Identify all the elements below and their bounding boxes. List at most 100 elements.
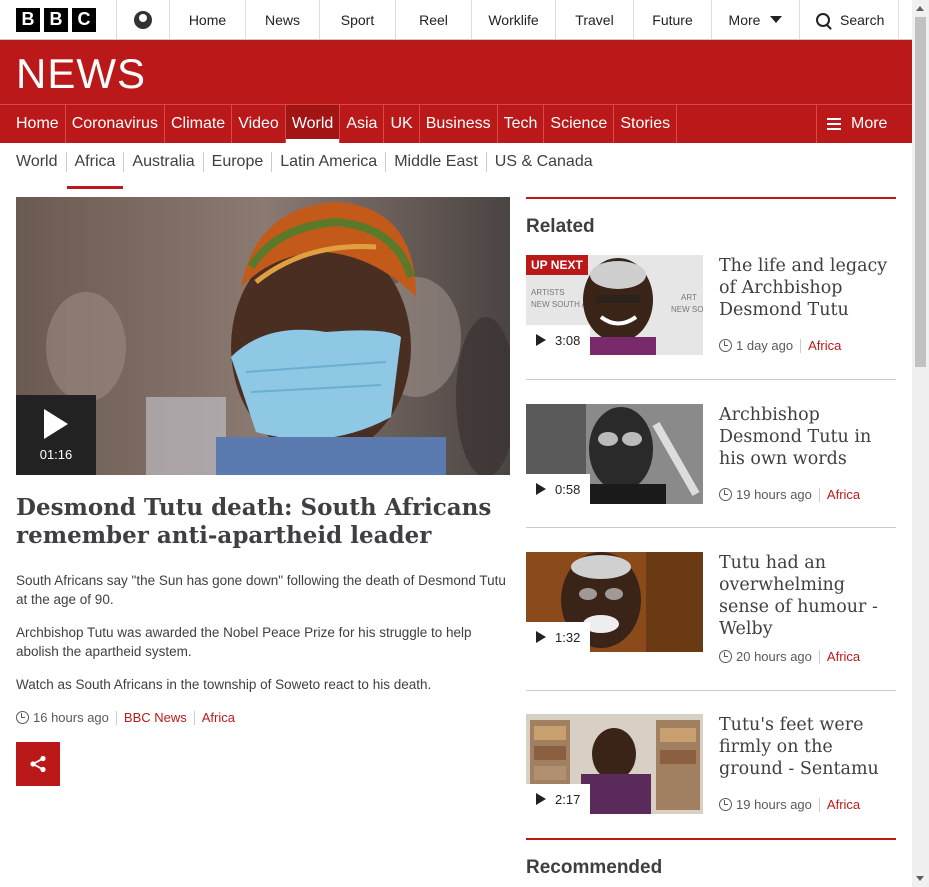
play-icon (536, 334, 546, 346)
scrollbar-thumb[interactable] (915, 17, 926, 367)
clock-icon (719, 798, 732, 811)
play-icon (536, 793, 546, 805)
search-label: Search (840, 11, 885, 28)
menu-icon (827, 118, 841, 130)
page-scrollbar[interactable] (912, 0, 929, 887)
related-duration: 0:58 (526, 474, 590, 504)
up-next-badge: UP NEXT (526, 255, 588, 275)
account-icon (134, 10, 152, 29)
subnav-world[interactable]: World (16, 152, 67, 172)
related-title[interactable]: Archbishop Desmond Tutu in his own words (719, 404, 896, 470)
top-nav-future[interactable]: Future (634, 0, 712, 39)
top-nav-news[interactable]: News (246, 0, 320, 39)
share-button[interactable] (16, 742, 60, 786)
news-header: NEWS (0, 40, 912, 104)
sub-nav: World Africa Australia Europe Latin Amer… (16, 143, 601, 189)
related-title[interactable]: The life and legacy of Archbishop Desmon… (719, 255, 896, 321)
subnav-australia[interactable]: Australia (124, 152, 204, 172)
nav-home[interactable]: Home (0, 105, 66, 143)
related-time: 19 hours ago (736, 797, 812, 812)
related-section-link[interactable]: Africa (827, 797, 860, 812)
related-meta: 19 hours ago Africa (719, 487, 860, 502)
svg-text:NEW SOUTH A: NEW SOUTH A (531, 300, 588, 309)
recommended-heading: Recommended (526, 857, 663, 878)
play-icon (44, 408, 68, 439)
account-button[interactable] (117, 0, 170, 39)
related-time: 1 day ago (736, 338, 794, 353)
top-nav-worklife[interactable]: Worklife (472, 0, 556, 39)
top-nav-reel[interactable]: Reel (396, 0, 472, 39)
bbc-logo[interactable]: B B C (0, 0, 117, 39)
nav-more-button[interactable]: More (816, 105, 912, 143)
related-meta: 1 day ago Africa (719, 338, 841, 353)
clock-icon (719, 488, 732, 501)
story-headline: Desmond Tutu death: South Africans remem… (16, 494, 492, 549)
related-heading: Related (526, 216, 595, 237)
nav-asia[interactable]: Asia (340, 105, 385, 143)
nav-more-label: More (851, 115, 888, 132)
related-meta: 19 hours ago Africa (719, 797, 860, 812)
svg-text:ART: ART (681, 293, 697, 302)
related-thumbnail: 1:32 (526, 552, 703, 652)
recommended-top-rule (526, 838, 896, 840)
svg-text:NEW SO: NEW SO (671, 305, 703, 314)
nav-video[interactable]: Video (232, 105, 286, 143)
related-section-link[interactable]: Africa (827, 649, 860, 664)
related-thumbnail: 2:17 (526, 714, 703, 814)
related-thumbnail: 0:58 (526, 404, 703, 504)
story-paragraph-1: South Africans say "the Sun has gone dow… (16, 573, 506, 607)
nav-science[interactable]: Science (544, 105, 615, 143)
top-nav-travel[interactable]: Travel (556, 0, 634, 39)
subnav-europe[interactable]: Europe (204, 152, 273, 172)
share-icon (30, 755, 46, 773)
story-section-link[interactable]: Africa (202, 710, 235, 725)
clock-icon (16, 711, 29, 724)
play-button[interactable]: 01:16 (16, 395, 96, 475)
video-duration: 01:16 (39, 446, 73, 462)
news-logo[interactable]: NEWS (16, 50, 146, 98)
nav-climate[interactable]: Climate (165, 105, 233, 143)
clock-icon (719, 339, 732, 352)
story-time: 16 hours ago (33, 710, 109, 725)
nav-coronavirus[interactable]: Coronavirus (66, 105, 165, 143)
subnav-latin-america[interactable]: Latin America (272, 152, 387, 172)
play-icon (536, 483, 546, 495)
story-source-link[interactable]: BBC News (124, 710, 187, 725)
bbc-top-bar: B B C Home News Sport Reel Worklife Trav… (0, 0, 912, 40)
related-duration: 2:17 (526, 784, 590, 814)
related-top-rule (526, 197, 896, 199)
related-title[interactable]: Tutu's feet were firmly on the ground - … (719, 714, 896, 780)
related-duration: 3:08 (526, 325, 590, 355)
nav-world[interactable]: World (285, 105, 341, 143)
nav-business[interactable]: Business (420, 105, 498, 143)
clock-icon (719, 650, 732, 663)
caret-down-icon (770, 15, 783, 23)
related-duration: 1:32 (526, 622, 590, 652)
related-card[interactable]: 2:17 Tutu's feet were firmly on the grou… (526, 714, 896, 824)
main-nav: Home Coronavirus Climate Video World Asi… (0, 104, 912, 143)
top-nav-sport[interactable]: Sport (320, 0, 396, 39)
scroll-up-arrow-icon[interactable] (916, 6, 924, 11)
related-card[interactable]: 1:32 Tutu had an overwhelming sense of h… (526, 552, 896, 664)
nav-stories[interactable]: Stories (614, 105, 678, 143)
search-button[interactable]: Search (800, 0, 899, 39)
top-nav-home[interactable]: Home (170, 0, 246, 39)
related-time: 19 hours ago (736, 487, 812, 502)
scroll-down-arrow-icon[interactable] (916, 876, 924, 881)
related-section-link[interactable]: Africa (808, 338, 841, 353)
nav-tech[interactable]: Tech (498, 105, 545, 143)
top-nav-more[interactable]: More (712, 0, 800, 39)
bbc-top-nav: Home News Sport Reel Worklife Travel Fut… (170, 0, 800, 39)
related-section-link[interactable]: Africa (827, 487, 860, 502)
nav-uk[interactable]: UK (384, 105, 420, 143)
subnav-middle-east[interactable]: Middle East (386, 152, 487, 172)
subnav-africa[interactable]: Africa (66, 152, 125, 189)
bbc-logo-letter: B (16, 7, 40, 32)
bbc-logo-letter: B (44, 7, 68, 32)
subnav-us-canada[interactable]: US & Canada (487, 152, 601, 172)
related-title[interactable]: Tutu had an overwhelming sense of humour… (719, 552, 896, 640)
related-card[interactable]: ARTISTS NEW SOUTH A ART NEW SO UP NEXT 3… (526, 255, 896, 365)
related-card[interactable]: 0:58 Archbishop Desmond Tutu in his own … (526, 404, 896, 514)
story-paragraph-2: Archbishop Tutu was awarded the Nobel Pe… (16, 625, 472, 659)
divider (526, 527, 896, 528)
